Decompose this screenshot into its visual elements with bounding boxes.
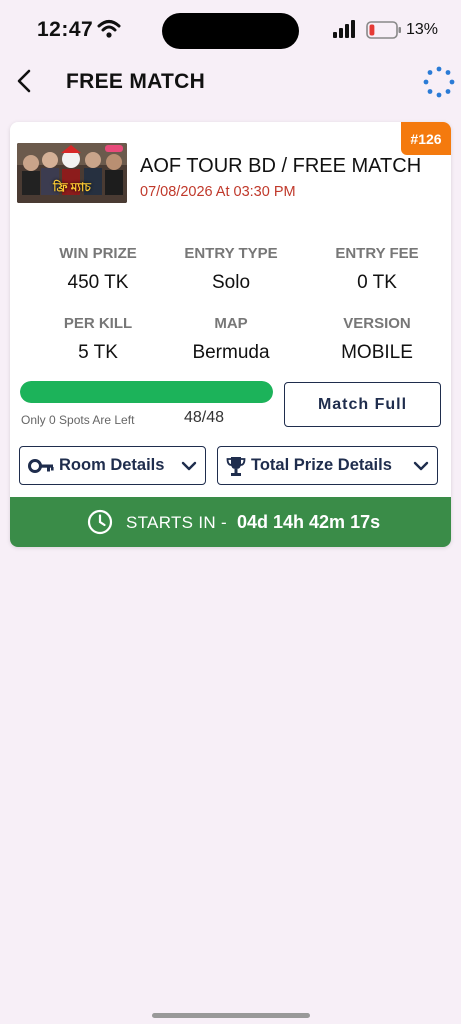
stat-map: MAP Bermuda: [156, 315, 306, 364]
match-thumbnail: ফ্রি ম্যাচ: [17, 143, 127, 203]
stat-win-prize: WIN PRIZE 450 TK: [23, 245, 173, 294]
total-prize-details-button[interactable]: Total Prize Details: [217, 446, 438, 485]
stat-entry-type: ENTRY TYPE Solo: [156, 245, 306, 294]
stat-entry-fee: ENTRY FEE 0 TK: [302, 245, 451, 294]
stat-value: 5 TK: [78, 342, 118, 363]
stat-label: WIN PRIZE: [59, 245, 137, 262]
starts-in-label: STARTS IN -: [126, 513, 227, 532]
app-header: FREE MATCH: [0, 60, 461, 104]
stat-version: VERSION MOBILE: [302, 315, 451, 364]
stat-label: PER KILL: [63, 315, 133, 332]
match-card[interactable]: #126 ফ্রি ম্যাচ AOF TOUR BD / FREE MATCH…: [10, 122, 451, 547]
stat-label: ENTRY FEE: [335, 245, 419, 262]
stat-label: VERSION: [343, 315, 411, 332]
chevron-down-icon: [181, 461, 197, 470]
spots-left-text: Only 0 Spots Are Left: [21, 413, 135, 427]
total-prize-details-label: Total Prize Details: [251, 456, 392, 474]
wifi-icon: [97, 20, 121, 38]
trophy-icon: [226, 456, 246, 476]
stat-label: ENTRY TYPE: [184, 245, 278, 262]
countdown-timer: 04d 14h 42m 17s: [237, 512, 381, 532]
stat-label: MAP: [214, 315, 248, 332]
room-details-button[interactable]: Room Details: [19, 446, 206, 485]
home-indicator: [152, 1013, 310, 1018]
stat-value: MOBILE: [341, 342, 413, 363]
chevron-down-icon: [413, 461, 429, 470]
clock-icon: [87, 509, 113, 535]
status-bar: 12:47 13%: [0, 0, 461, 60]
stat-value: 450 TK: [67, 272, 129, 293]
status-time: 12:47: [37, 18, 94, 41]
match-id-badge: #126: [401, 122, 451, 155]
battery-percent: 13%: [406, 21, 439, 38]
stat-value: Solo: [211, 272, 251, 293]
starts-in-bar: STARTS IN - 04d 14h 42m 17s: [10, 497, 451, 547]
camera-notch: [162, 13, 299, 49]
spots-count: 48/48: [184, 409, 225, 426]
page-title: FREE MATCH: [66, 70, 206, 93]
refresh-icon[interactable]: [422, 65, 456, 99]
chevron-left-icon[interactable]: [14, 68, 36, 94]
match-full-button[interactable]: Match Full: [284, 382, 441, 427]
match-title: AOF TOUR BD / FREE MATCH: [140, 155, 422, 177]
spots-progress-bar: [20, 381, 273, 403]
signal-icon: [333, 20, 355, 38]
key-icon: [28, 458, 54, 473]
battery-icon: [366, 21, 401, 39]
match-datetime: 07/08/2026 At 03:30 PM: [140, 184, 296, 200]
spots-progress-fill: [20, 381, 273, 403]
stat-value: 0 TK: [357, 272, 397, 293]
thumbnail-caption: ফ্রি ম্যাচ: [53, 180, 91, 194]
room-details-label: Room Details: [59, 456, 165, 474]
stat-per-kill: PER KILL 5 TK: [23, 315, 173, 364]
stat-value: Bermuda: [192, 342, 270, 363]
